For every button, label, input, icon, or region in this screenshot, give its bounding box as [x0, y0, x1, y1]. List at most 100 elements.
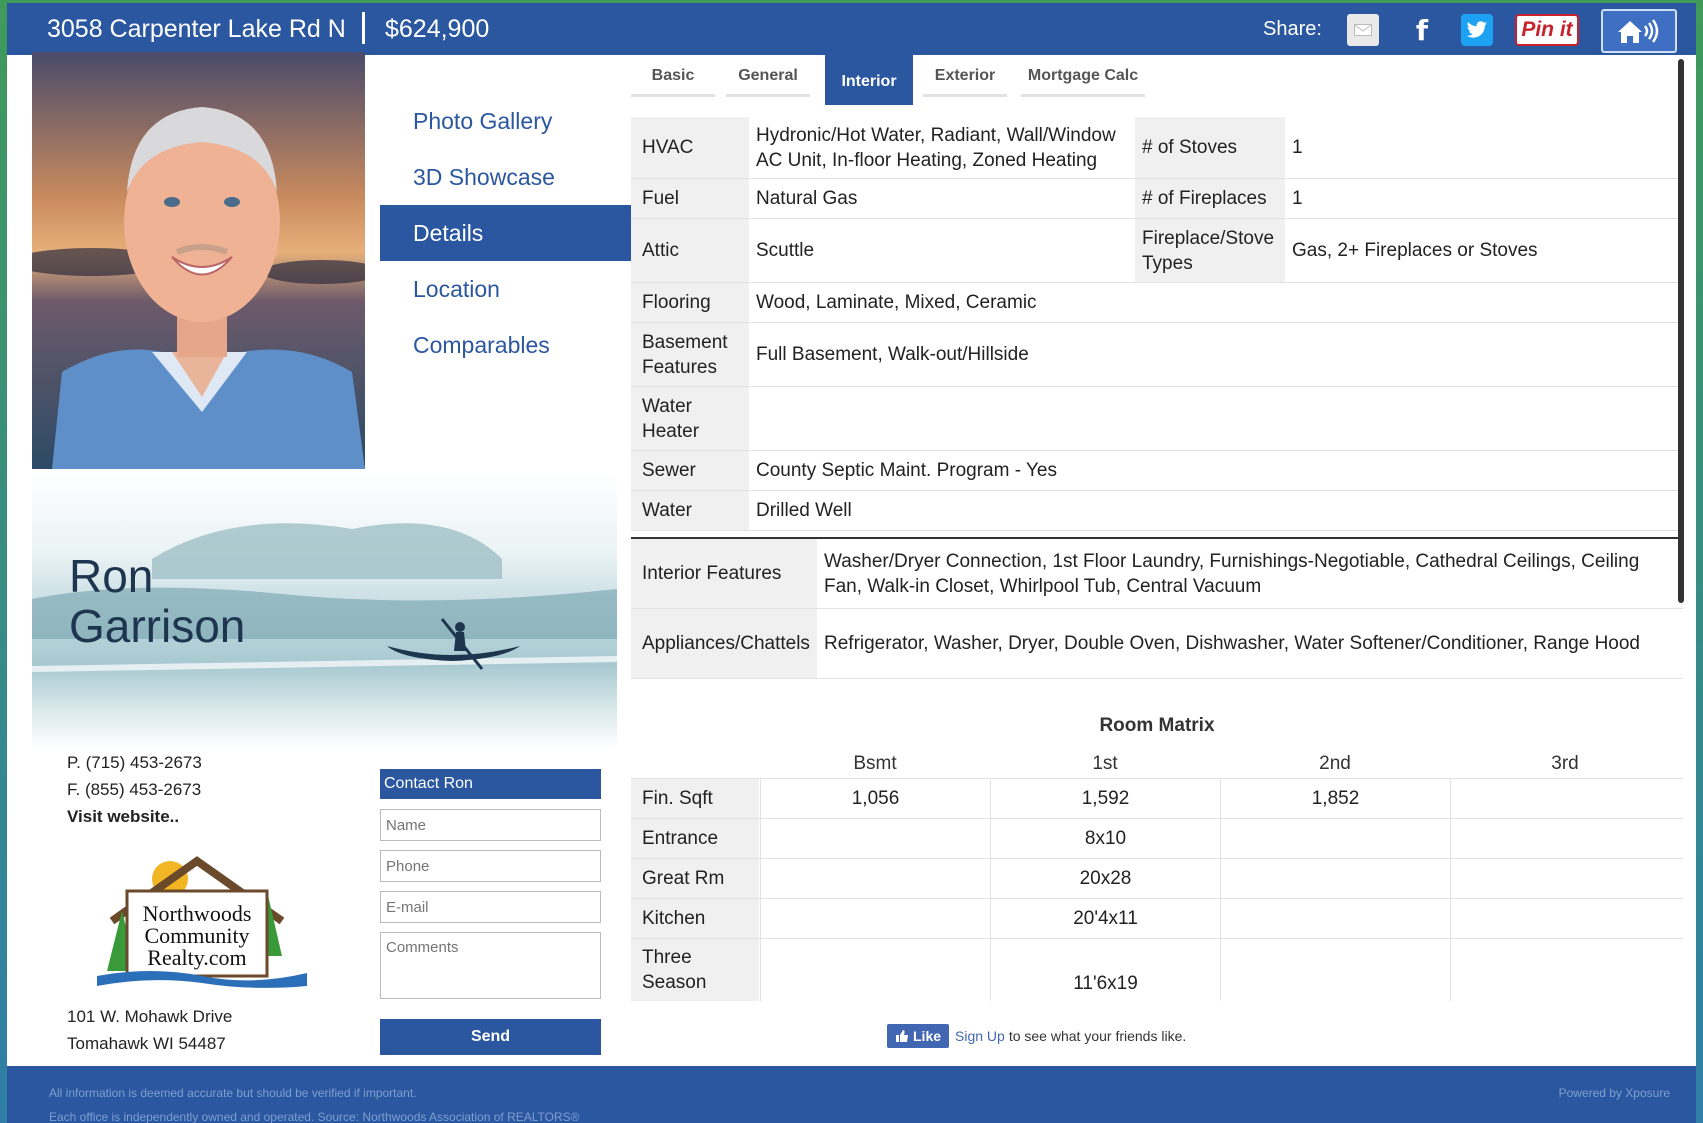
listing-address: 3058 Carpenter Lake Rd N: [47, 15, 346, 43]
fuel-label: Fuel: [631, 179, 749, 218]
table-row: Basement Features Full Basement, Walk-ou…: [631, 323, 1683, 387]
header-separator: [362, 12, 365, 44]
sewer-label: Sewer: [631, 451, 749, 490]
office-address-line2: Tomahawk WI 54487: [67, 1034, 226, 1053]
table-row: Fin. Sqft 1,056 1,592 1,852: [631, 779, 1683, 819]
email-input[interactable]: [380, 891, 601, 923]
agent-name: Ron Garrison: [69, 551, 245, 651]
flooring-label: Flooring: [631, 283, 749, 322]
room-cell: [760, 859, 990, 898]
room-cell: 1,056: [760, 779, 990, 818]
facebook-like-widget: Like Sign Up to see what your friends li…: [887, 1023, 1186, 1049]
sewer-value: County Septic Maint. Program - Yes: [756, 460, 1057, 481]
tab-interior[interactable]: Interior: [825, 55, 913, 105]
agent-last-name: Garrison: [69, 600, 246, 652]
stoves-label: # of Stoves: [1135, 117, 1285, 178]
nav-location[interactable]: Location: [380, 261, 635, 317]
visit-website-link[interactable]: Visit website..: [67, 803, 202, 830]
appliances-value: Refrigerator, Washer, Dryer, Double Oven…: [824, 633, 1640, 654]
nav-3d-showcase[interactable]: 3D Showcase: [380, 149, 635, 205]
table-row: Water Heater: [631, 387, 1683, 451]
footer: All information is deemed accurate but s…: [7, 1066, 1696, 1123]
home-audio-icon[interactable]: [1601, 9, 1677, 53]
thumbs-up-icon: [896, 1030, 908, 1042]
facebook-icon[interactable]: f: [1407, 14, 1437, 47]
nav-comparables[interactable]: Comparables: [380, 317, 635, 373]
table-row: Flooring Wood, Laminate, Mixed, Ceramic: [631, 283, 1683, 323]
office-address: 101 W. Mohawk Drive Tomahawk WI 54487: [67, 1003, 232, 1057]
room-cell: 1,852: [1220, 779, 1450, 818]
like-button[interactable]: Like: [887, 1024, 950, 1048]
tab-basic[interactable]: Basic: [631, 55, 715, 97]
comments-input[interactable]: [380, 932, 601, 999]
room-matrix-col-1st: 1st: [1092, 753, 1118, 774]
listing-price: $624,900: [385, 15, 490, 43]
room-label: Entrance: [631, 819, 759, 858]
agent-photo: [32, 52, 365, 469]
hvac-value: Hydronic/Hot Water, Radiant, Wall/Window…: [756, 124, 1116, 171]
room-cell: [1220, 819, 1450, 858]
room-cell: [1450, 899, 1680, 938]
signup-text: to see what your friends like.: [1008, 1028, 1187, 1044]
agent-fax: F. (855) 453-2673: [67, 780, 202, 799]
fuel-value: Natural Gas: [756, 188, 858, 209]
powered-by-link[interactable]: Powered by Xposure: [1559, 1086, 1670, 1100]
tab-general[interactable]: General: [726, 55, 810, 97]
agent-contact: P. (715) 453-2673 F. (855) 453-2673 Visi…: [67, 749, 202, 830]
logo-line-3: Realty.com: [147, 945, 246, 970]
room-cell: [760, 899, 990, 938]
attic-value: Scuttle: [756, 240, 815, 261]
tab-exterior[interactable]: Exterior: [923, 55, 1007, 97]
room-label: Fin. Sqft: [631, 779, 759, 818]
twitter-icon[interactable]: [1461, 14, 1493, 46]
scrollbar[interactable]: [1678, 59, 1684, 603]
room-cell: 20'4x11: [990, 899, 1220, 938]
top-bar: 3058 Carpenter Lake Rd N $624,900 Share:…: [7, 3, 1696, 55]
basement-label: Basement Features: [631, 323, 749, 386]
room-matrix-title: Room Matrix: [1099, 715, 1215, 736]
table-row: Attic Scuttle Fireplace/Stove Types Gas,…: [631, 219, 1683, 283]
signup-link[interactable]: Sign Up: [955, 1028, 1005, 1044]
room-matrix-col-2nd: 2nd: [1319, 753, 1351, 774]
agent-phone: P. (715) 453-2673: [67, 753, 202, 772]
contact-form-title: Contact Ron: [380, 769, 601, 799]
mail-icon[interactable]: [1347, 14, 1379, 46]
room-cell: [1450, 779, 1680, 818]
nav-details[interactable]: Details: [380, 205, 663, 261]
table-row: Great Rm 20x28: [631, 859, 1683, 899]
room-cell: 11'6x19: [990, 939, 1220, 1001]
table-row: Kitchen 20'4x11: [631, 899, 1683, 939]
fireplaces-label: # of Fireplaces: [1135, 179, 1285, 218]
flooring-value: Wood, Laminate, Mixed, Ceramic: [756, 292, 1037, 313]
share-label: Share:: [1263, 18, 1322, 40]
table-row: Three Season 11'6x19: [631, 939, 1683, 1001]
room-cell: [760, 819, 990, 858]
water-label: Water: [631, 491, 749, 530]
agent-first-name: Ron: [69, 550, 154, 602]
water-heater-value: [749, 387, 1683, 450]
table-row: Entrance 8x10: [631, 819, 1683, 859]
water-value: Drilled Well: [756, 500, 852, 521]
send-button[interactable]: Send: [380, 1019, 601, 1055]
table-row: Fuel Natural Gas # of Fireplaces 1: [631, 179, 1683, 219]
room-matrix-col-bsmt: Bsmt: [853, 753, 897, 774]
tab-mortgage-calc[interactable]: Mortgage Calc: [1021, 55, 1145, 97]
pinterest-icon[interactable]: Pin it: [1515, 14, 1579, 46]
room-cell: [760, 939, 990, 1001]
nav-photo-gallery[interactable]: Photo Gallery: [380, 93, 635, 149]
phone-input[interactable]: [380, 850, 601, 882]
room-cell: [1220, 939, 1450, 1001]
fireplace-types-value: Gas, 2+ Fireplaces or Stoves: [1292, 240, 1538, 261]
footer-disclaimer-1: All information is deemed accurate but s…: [49, 1086, 417, 1100]
footer-disclaimer-2: Each office is independently owned and o…: [49, 1110, 580, 1123]
fireplaces-value: 1: [1292, 188, 1303, 209]
interior-features-label: Interior Features: [631, 539, 817, 608]
room-label: Kitchen: [631, 899, 759, 938]
water-heater-label: Water Heater: [631, 387, 749, 450]
hvac-label: HVAC: [631, 117, 749, 178]
room-label: Three Season: [631, 939, 759, 1001]
room-cell: [1450, 859, 1680, 898]
table-row: Sewer County Septic Maint. Program - Yes: [631, 451, 1683, 491]
room-cell: 8x10: [990, 819, 1220, 858]
name-input[interactable]: [380, 809, 601, 841]
